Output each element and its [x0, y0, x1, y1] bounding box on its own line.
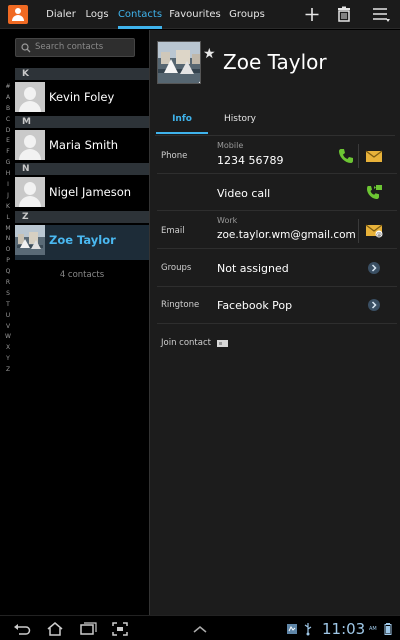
- tab-groups[interactable]: Groups: [226, 0, 268, 29]
- index-letter[interactable]: X: [3, 343, 13, 354]
- email-address[interactable]: zoe.taylor.wm@gmail.com: [217, 229, 356, 241]
- index-letter[interactable]: P: [3, 256, 13, 267]
- contact-row-maria-smith[interactable]: Maria Smith: [15, 130, 149, 165]
- notification-icon[interactable]: [286, 621, 298, 637]
- menu-icon[interactable]: [369, 0, 393, 29]
- tab-favourites[interactable]: Favourites: [168, 0, 222, 29]
- send-email-icon[interactable]: @: [364, 221, 384, 241]
- avatar: [15, 130, 45, 160]
- email-label: Email: [161, 226, 185, 236]
- contact-photo-thumb: [15, 225, 45, 255]
- message-icon[interactable]: [364, 146, 384, 166]
- index-letter[interactable]: Y: [3, 354, 13, 365]
- ringtone-label: Ringtone: [161, 300, 200, 310]
- tab-info[interactable]: Info: [156, 114, 208, 134]
- index-letter[interactable]: T: [3, 300, 13, 311]
- contact-name: Nigel Jameson: [49, 185, 132, 199]
- index-letter[interactable]: L: [3, 213, 13, 224]
- favourite-star-icon[interactable]: ★: [203, 46, 216, 62]
- tab-history[interactable]: History: [214, 114, 266, 134]
- index-letter[interactable]: I: [3, 180, 13, 191]
- index-letter[interactable]: F: [3, 147, 13, 158]
- section-header: K: [15, 68, 149, 80]
- index-letter[interactable]: W: [3, 332, 13, 343]
- contact-photo[interactable]: [157, 41, 201, 84]
- contact-detail-pane: ★ Zoe Taylor Info History Phone Mobile 1…: [150, 30, 400, 615]
- search-icon: [21, 43, 31, 53]
- index-letter[interactable]: G: [3, 158, 13, 169]
- contact-row-zoe-taylor[interactable]: Zoe Taylor: [15, 225, 149, 260]
- contact-name: Kevin Foley: [49, 90, 115, 104]
- alphabet-index[interactable]: # A B C D E F G H I J K L M N O P Q R S …: [3, 82, 13, 376]
- system-bar: 11:03 AM: [0, 615, 400, 640]
- phone-number[interactable]: 1234 56789: [217, 154, 283, 167]
- tab-contacts[interactable]: Contacts: [116, 0, 164, 29]
- svg-text:@: @: [376, 232, 382, 238]
- tab-logs[interactable]: Logs: [82, 0, 112, 29]
- clock-ampm: AM: [369, 626, 377, 632]
- delete-icon[interactable]: [332, 0, 356, 29]
- index-letter[interactable]: A: [3, 93, 13, 104]
- index-letter[interactable]: R: [3, 278, 13, 289]
- battery-icon: [383, 621, 393, 637]
- contact-name: Maria Smith: [49, 138, 119, 152]
- phone-type: Mobile: [217, 141, 244, 150]
- index-letter[interactable]: N: [3, 234, 13, 245]
- action-bar: Dialer Logs Contacts Favourites Groups: [0, 0, 400, 29]
- search-placeholder: Search contacts: [35, 42, 104, 52]
- index-letter[interactable]: U: [3, 311, 13, 322]
- contact-row-nigel-jameson[interactable]: Nigel Jameson: [15, 177, 149, 212]
- index-letter[interactable]: V: [3, 322, 13, 333]
- usb-icon: [303, 621, 313, 637]
- tab-label: Info: [172, 114, 192, 124]
- join-contact-label: Join contact: [161, 338, 211, 348]
- tab-label: History: [223, 114, 257, 124]
- index-letter[interactable]: M: [3, 224, 13, 235]
- index-letter[interactable]: S: [3, 289, 13, 300]
- ringtone-value[interactable]: Facebook Pop: [217, 299, 292, 312]
- section-header: M: [15, 116, 149, 128]
- index-letter[interactable]: D: [3, 126, 13, 137]
- section-header: N: [15, 163, 149, 175]
- video-call-icon[interactable]: [364, 183, 384, 203]
- video-call-label[interactable]: Video call: [217, 187, 270, 200]
- avatar: [15, 177, 45, 207]
- recent-apps-icon[interactable]: [78, 621, 98, 637]
- index-letter[interactable]: O: [3, 245, 13, 256]
- screenshot-icon[interactable]: [110, 621, 130, 637]
- groups-value[interactable]: Not assigned: [217, 262, 289, 275]
- index-letter[interactable]: Z: [3, 365, 13, 376]
- call-icon[interactable]: [336, 146, 356, 166]
- home-icon[interactable]: [45, 621, 65, 637]
- index-letter[interactable]: H: [3, 169, 13, 180]
- index-letter[interactable]: J: [3, 191, 13, 202]
- email-type: Work: [217, 216, 238, 225]
- search-input[interactable]: Search contacts: [15, 38, 135, 57]
- contact-name: Zoe Taylor: [49, 233, 116, 247]
- index-letter[interactable]: C: [3, 115, 13, 126]
- tab-dialer[interactable]: Dialer: [42, 0, 80, 29]
- contacts-app-icon[interactable]: [8, 5, 28, 24]
- avatar: [15, 82, 45, 112]
- contact-count: 4 contacts: [59, 270, 105, 280]
- index-letter[interactable]: Q: [3, 267, 13, 278]
- contact-list-pane: Search contacts # A B C D E F G H I J K …: [0, 30, 150, 615]
- contact-name-heading: Zoe Taylor: [223, 50, 327, 74]
- section-header: Z: [15, 211, 149, 223]
- add-icon[interactable]: [300, 0, 324, 29]
- phone-label: Phone: [161, 151, 188, 161]
- index-letter[interactable]: B: [3, 104, 13, 115]
- back-icon[interactable]: [12, 621, 32, 637]
- contact-row-kevin-foley[interactable]: Kevin Foley: [15, 82, 149, 117]
- index-letter[interactable]: K: [3, 202, 13, 213]
- chevron-right-icon[interactable]: [364, 296, 384, 316]
- index-letter[interactable]: E: [3, 136, 13, 147]
- join-contact-icon[interactable]: [216, 335, 230, 347]
- clock: 11:03: [322, 620, 366, 638]
- chevron-right-icon[interactable]: [364, 259, 384, 279]
- chevron-up-icon[interactable]: [190, 621, 210, 637]
- index-letter[interactable]: #: [3, 82, 13, 93]
- tab-divider: [155, 135, 395, 136]
- groups-label: Groups: [161, 263, 192, 273]
